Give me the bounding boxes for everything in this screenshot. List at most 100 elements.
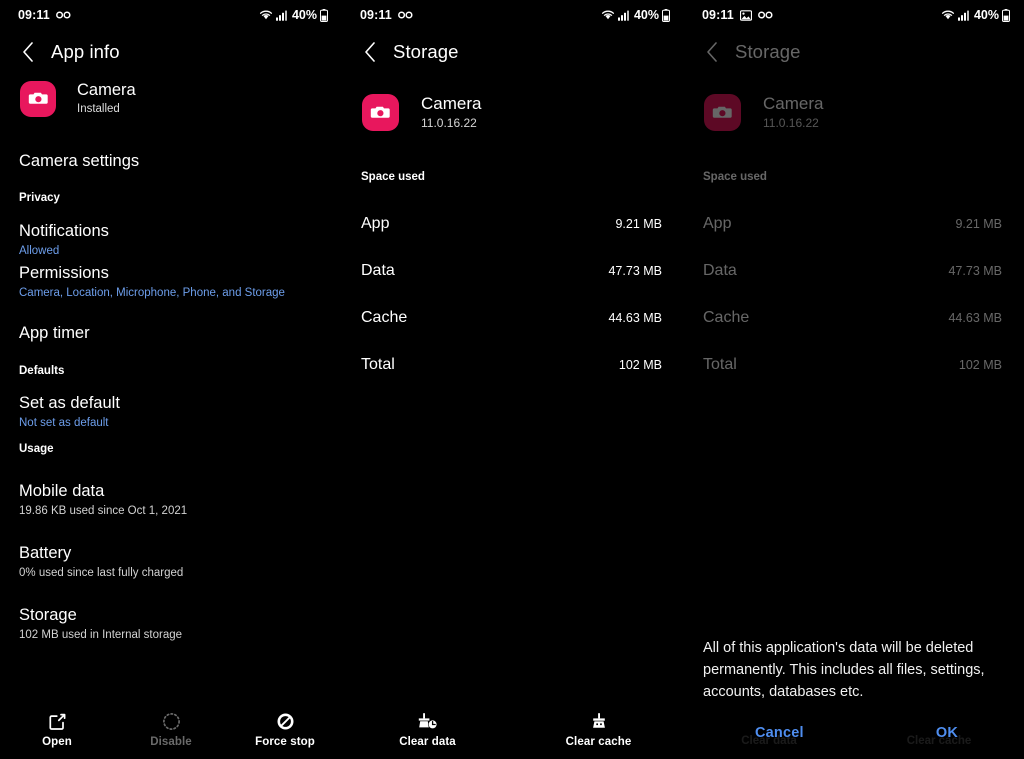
action-label: Disable xyxy=(150,736,192,748)
section-header-privacy: Privacy xyxy=(0,192,342,204)
storage-category-label: App xyxy=(361,214,390,232)
list-item-title: Permissions xyxy=(19,264,109,282)
storage-breakdown-list: App 9.21 MB Data 47.73 MB Cache 44.63 MB Total… xyxy=(684,200,1024,388)
space-used-section-header: Space used xyxy=(703,171,767,183)
storage-size-value: 102 MB xyxy=(958,357,1002,372)
storage-size-value: 47.73 MB xyxy=(948,263,1002,278)
list-item-title: Storage xyxy=(19,606,77,624)
image-icon xyxy=(739,9,752,21)
app-bar: App info xyxy=(0,36,342,68)
camera-app-icon xyxy=(20,80,56,117)
storage-size-value: 44.63 MB xyxy=(948,310,1002,325)
section-header-label: Defaults xyxy=(19,365,65,377)
force-stop-button[interactable]: Force stop xyxy=(228,711,342,748)
clear-cache-button[interactable]: Clear cache xyxy=(513,711,684,748)
table-row: Total 102 MB xyxy=(684,341,1024,388)
action-label: Clear cache xyxy=(565,736,632,748)
status-bar-left: 09:11 xyxy=(18,8,71,22)
status-bar: 09:11 40% xyxy=(684,0,1024,30)
storage-category-label: Total xyxy=(361,355,395,373)
bottom-action-bar: Clear data Clear cache xyxy=(342,700,684,759)
prohibition-icon xyxy=(276,711,295,731)
wifi-icon xyxy=(259,9,273,21)
app-identity-header: Camera Installed xyxy=(0,80,342,117)
signal-icon xyxy=(275,10,287,21)
status-bar-right: 40% xyxy=(601,8,670,22)
status-bar-right: 40% xyxy=(259,8,328,22)
list-item-subtitle: 102 MB used in Internal storage xyxy=(19,629,183,641)
storage-size-value: 9.21 MB xyxy=(615,216,662,231)
list-item-title: Camera settings xyxy=(19,152,140,170)
list-item-camera-settings[interactable]: Camera settings xyxy=(0,150,342,172)
infinity-icon xyxy=(757,10,773,20)
disable-button: Disable xyxy=(114,711,228,748)
list-item-subtitle: 19.86 KB used since Oct 1, 2021 xyxy=(19,505,188,517)
storage-category-label: Cache xyxy=(361,308,408,326)
list-item-title: Set as default xyxy=(19,394,120,412)
bottom-action-bar: Open Disable Force stop xyxy=(0,700,342,759)
table-row: Cache 44.63 MB xyxy=(684,294,1024,341)
storage-category-label: Total xyxy=(703,355,737,373)
page-title: Storage xyxy=(735,41,801,62)
dotted-circle-icon xyxy=(162,711,181,731)
space-used-section-header: Space used xyxy=(361,171,425,183)
broom-clock-icon xyxy=(418,711,438,731)
app-name: Camera xyxy=(77,81,136,99)
list-item-app-timer[interactable]: App timer xyxy=(0,322,342,344)
table-row: Cache 44.63 MB xyxy=(342,294,684,341)
table-row: App 9.21 MB xyxy=(684,200,1024,247)
list-item-notifications[interactable]: Notifications Allowed xyxy=(0,220,342,259)
camera-app-icon xyxy=(362,94,399,131)
clear-data-button[interactable]: Clear data xyxy=(342,711,513,748)
back-chevron-icon[interactable] xyxy=(701,41,723,63)
status-bar: 09:11 40% xyxy=(0,0,342,30)
infinity-icon xyxy=(397,10,413,20)
table-row: Data 47.73 MB xyxy=(342,247,684,294)
back-chevron-icon[interactable] xyxy=(359,41,381,63)
app-bar: Storage xyxy=(684,36,1024,68)
signal-icon xyxy=(957,10,969,21)
dialog-actions: Cancel OK xyxy=(703,725,1005,741)
storage-category-label: Data xyxy=(703,261,737,279)
list-item-permissions[interactable]: Permissions Camera, Location, Microphone,… xyxy=(0,262,342,301)
storage-size-value: 9.21 MB xyxy=(955,216,1002,231)
status-bar-left: 09:11 xyxy=(702,8,773,22)
panel-storage: 09:11 40% Storage Camera 11.0.16.22 Spac… xyxy=(342,0,684,759)
list-item-title: App timer xyxy=(19,324,90,342)
back-chevron-icon[interactable] xyxy=(17,41,39,63)
status-time: 09:11 xyxy=(18,8,50,22)
list-item-battery[interactable]: Battery 0% used since last fully charged xyxy=(0,542,342,581)
list-item-set-as-default[interactable]: Set as default Not set as default xyxy=(0,392,342,431)
app-meta: Camera 11.0.16.22 xyxy=(421,94,481,131)
storage-size-value: 47.73 MB xyxy=(608,263,662,278)
storage-size-value: 102 MB xyxy=(618,357,662,372)
wifi-icon xyxy=(941,9,955,21)
three-panel-screenshot: 09:11 40% App info Camera Installed Came… xyxy=(0,0,1024,759)
page-title: App info xyxy=(51,41,120,62)
status-bar-right: 40% xyxy=(941,8,1010,22)
list-item-storage[interactable]: Storage 102 MB used in Internal storage xyxy=(0,604,342,643)
app-name: Camera xyxy=(763,94,824,113)
battery-icon xyxy=(320,8,328,22)
list-item-subtitle: Camera, Location, Microphone, Phone, and… xyxy=(19,287,285,299)
section-header-defaults: Defaults xyxy=(0,365,342,377)
list-item-title: Mobile data xyxy=(19,482,105,500)
ok-button[interactable]: OK xyxy=(936,725,958,741)
section-header-label: Privacy xyxy=(19,192,60,204)
signal-icon xyxy=(617,10,629,21)
battery-percent: 40% xyxy=(973,8,999,22)
list-item-subtitle: 0% used since last fully charged xyxy=(19,567,184,579)
external-link-icon xyxy=(48,711,67,731)
app-name: Camera xyxy=(421,94,482,113)
list-item-mobile-data[interactable]: Mobile data 19.86 KB used since Oct 1, 20… xyxy=(0,480,342,519)
battery-icon xyxy=(662,8,670,22)
clear-data-confirm-dialog: All of this application's data will be d… xyxy=(684,637,1024,741)
app-identity-header: Camera 11.0.16.22 xyxy=(684,94,1024,131)
cancel-button[interactable]: Cancel xyxy=(755,725,804,741)
table-row: App 9.21 MB xyxy=(342,200,684,247)
app-identity-header: Camera 11.0.16.22 xyxy=(342,94,684,131)
battery-percent: 40% xyxy=(633,8,659,22)
storage-category-label: Cache xyxy=(703,308,750,326)
panel-app-info: 09:11 40% App info Camera Installed Came… xyxy=(0,0,342,759)
open-button[interactable]: Open xyxy=(0,711,114,748)
